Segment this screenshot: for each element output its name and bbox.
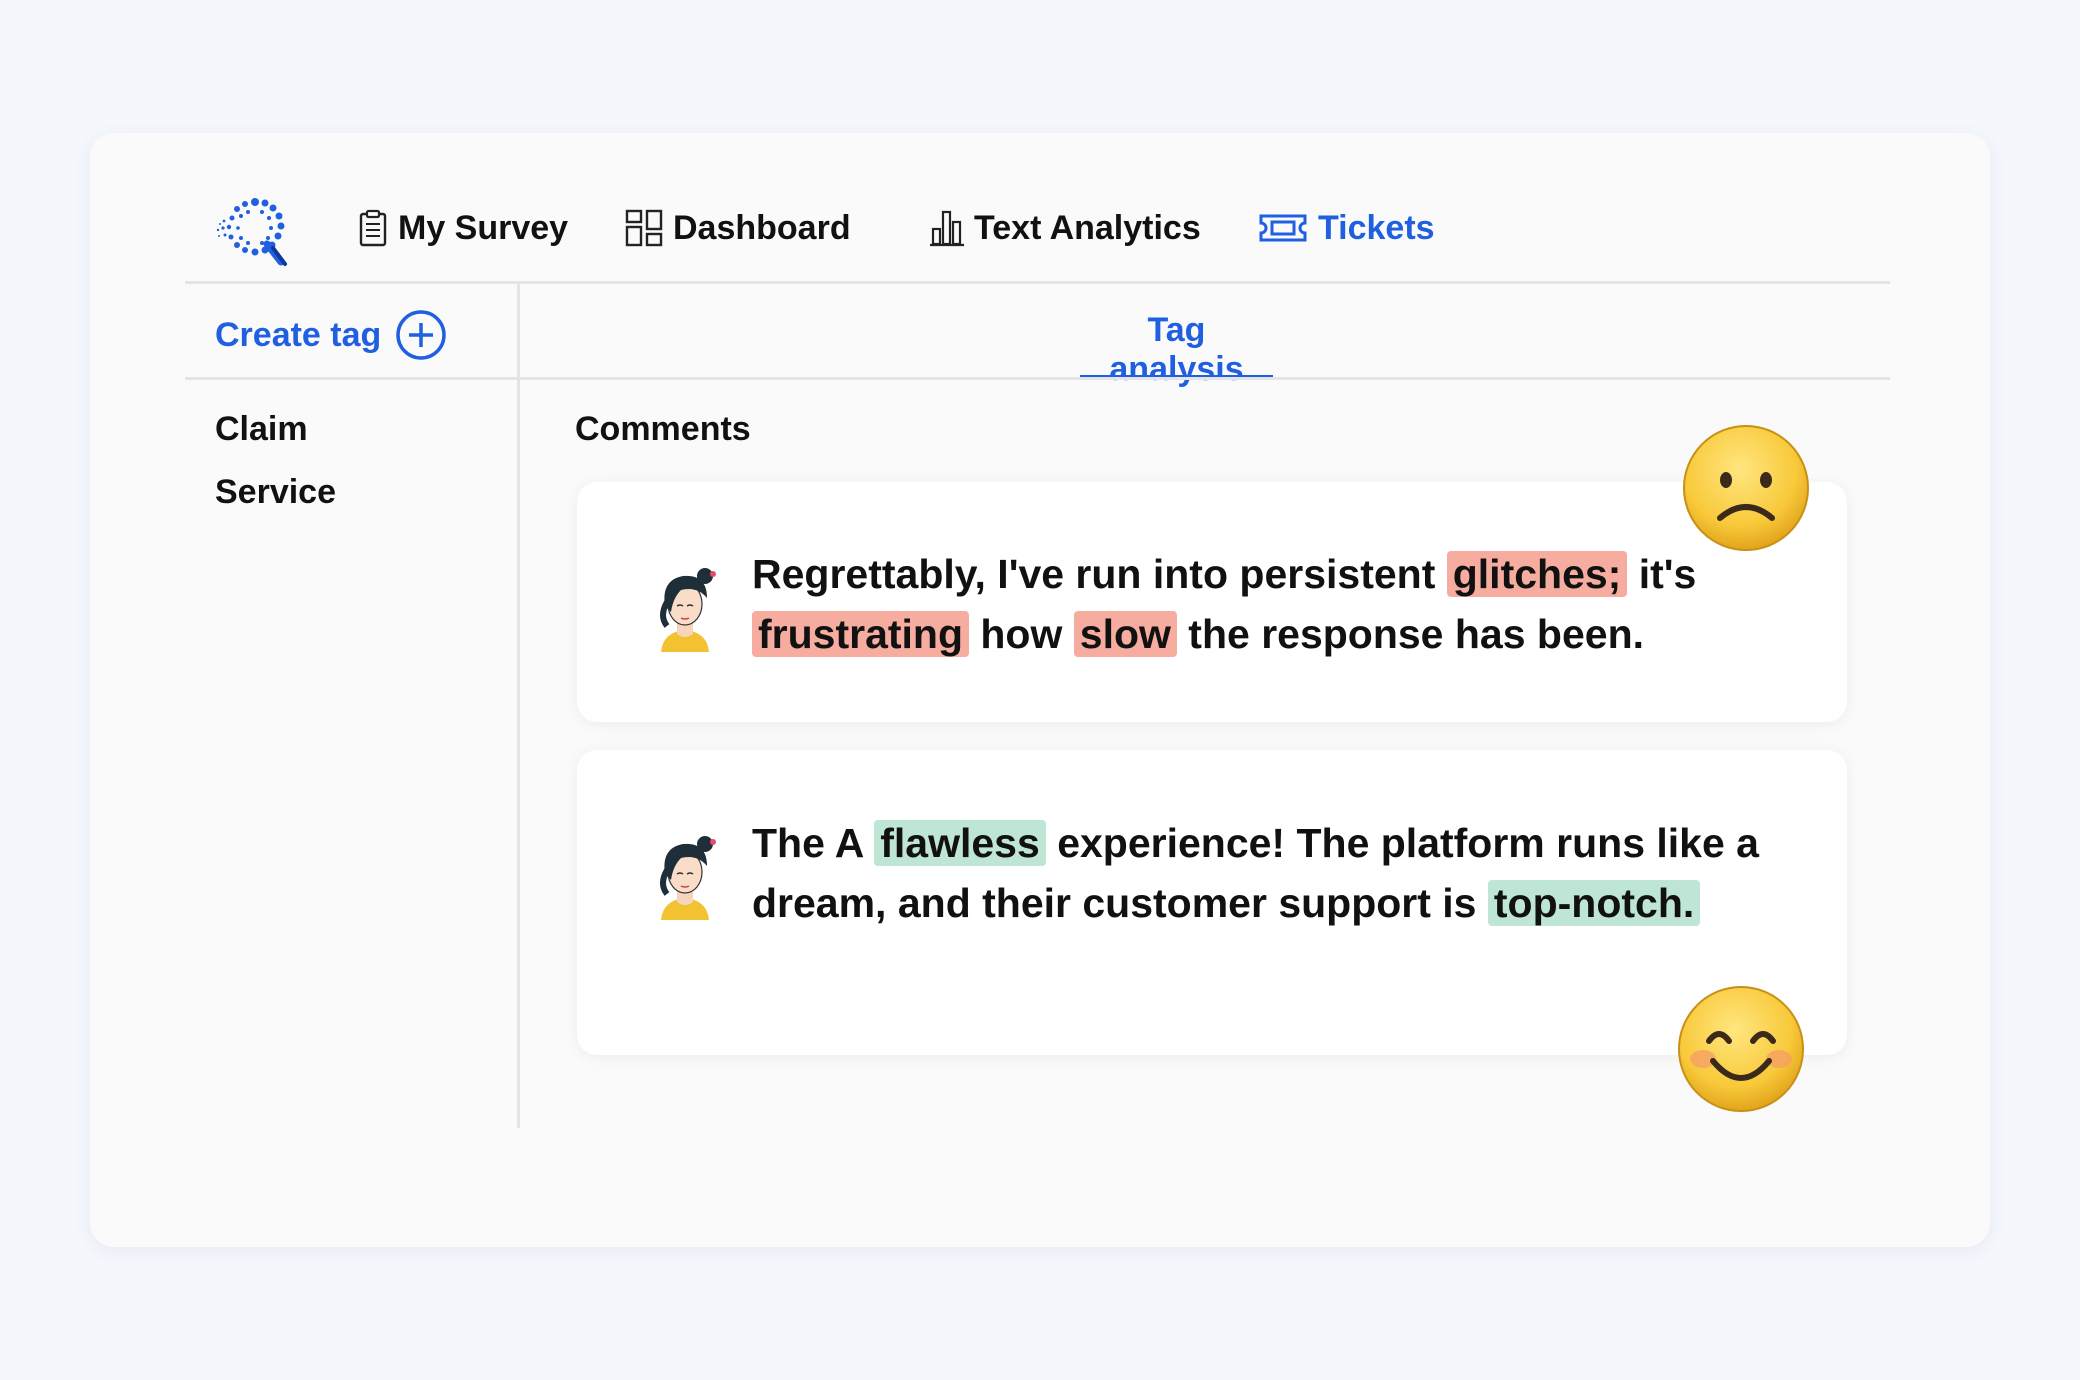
comment-text: The A flawless experience! The platform …	[752, 820, 1759, 926]
nav-divider	[185, 281, 1890, 284]
nav-my-survey-label: My Survey	[398, 208, 569, 247]
comment-text: Regrettably, I've run into persistent gl…	[752, 551, 1697, 657]
user-avatar	[660, 568, 716, 652]
logo-icon[interactable]	[215, 188, 295, 268]
nav-text-analytics[interactable]: Text Analytics	[930, 203, 1201, 253]
sidebar-tag-claim[interactable]: Claim	[215, 410, 308, 449]
positive-highlight[interactable]: flawless	[874, 820, 1046, 866]
nav-text-analytics-label: Text Analytics	[974, 208, 1201, 247]
create-tag-label: Create tag	[215, 315, 382, 354]
clipboard-icon	[359, 209, 387, 247]
nav-my-survey[interactable]: My Survey	[358, 203, 568, 253]
negative-highlight[interactable]: glitches;	[1446, 551, 1628, 597]
sidebar-tag-service[interactable]: Service	[215, 473, 336, 512]
create-tag-button[interactable]: Create tag	[215, 305, 447, 365]
comments-section-title: Comments	[575, 410, 751, 448]
negative-highlight[interactable]: frustrating	[752, 611, 969, 657]
dashboard-grid-icon	[625, 209, 663, 247]
user-avatar	[660, 836, 716, 920]
comment-card-negative: Regrettably, I've run into persistent gl…	[577, 482, 1847, 722]
sidebar-divider	[517, 283, 520, 1128]
nav-dashboard[interactable]: Dashboard	[625, 203, 851, 253]
top-nav: My Survey Dashboard Text Analytics Ticke…	[90, 133, 1990, 283]
header-divider	[185, 377, 1890, 380]
bar-chart-icon	[930, 210, 964, 247]
plus-circle-icon	[396, 310, 447, 360]
negative-highlight[interactable]: slow	[1073, 611, 1177, 657]
ticket-icon	[1259, 214, 1307, 242]
smiling-face-icon	[1678, 986, 1804, 1112]
frowning-face-icon	[1683, 425, 1809, 551]
app-window: My Survey Dashboard Text Analytics Ticke…	[90, 133, 1990, 1247]
nav-tickets-label: Tickets	[1318, 208, 1435, 247]
nav-dashboard-label: Dashboard	[673, 208, 851, 247]
positive-highlight[interactable]: top-notch.	[1487, 880, 1701, 926]
comment-card-positive: The A flawless experience! The platform …	[577, 750, 1847, 1055]
nav-tickets[interactable]: Tickets	[1258, 203, 1435, 253]
